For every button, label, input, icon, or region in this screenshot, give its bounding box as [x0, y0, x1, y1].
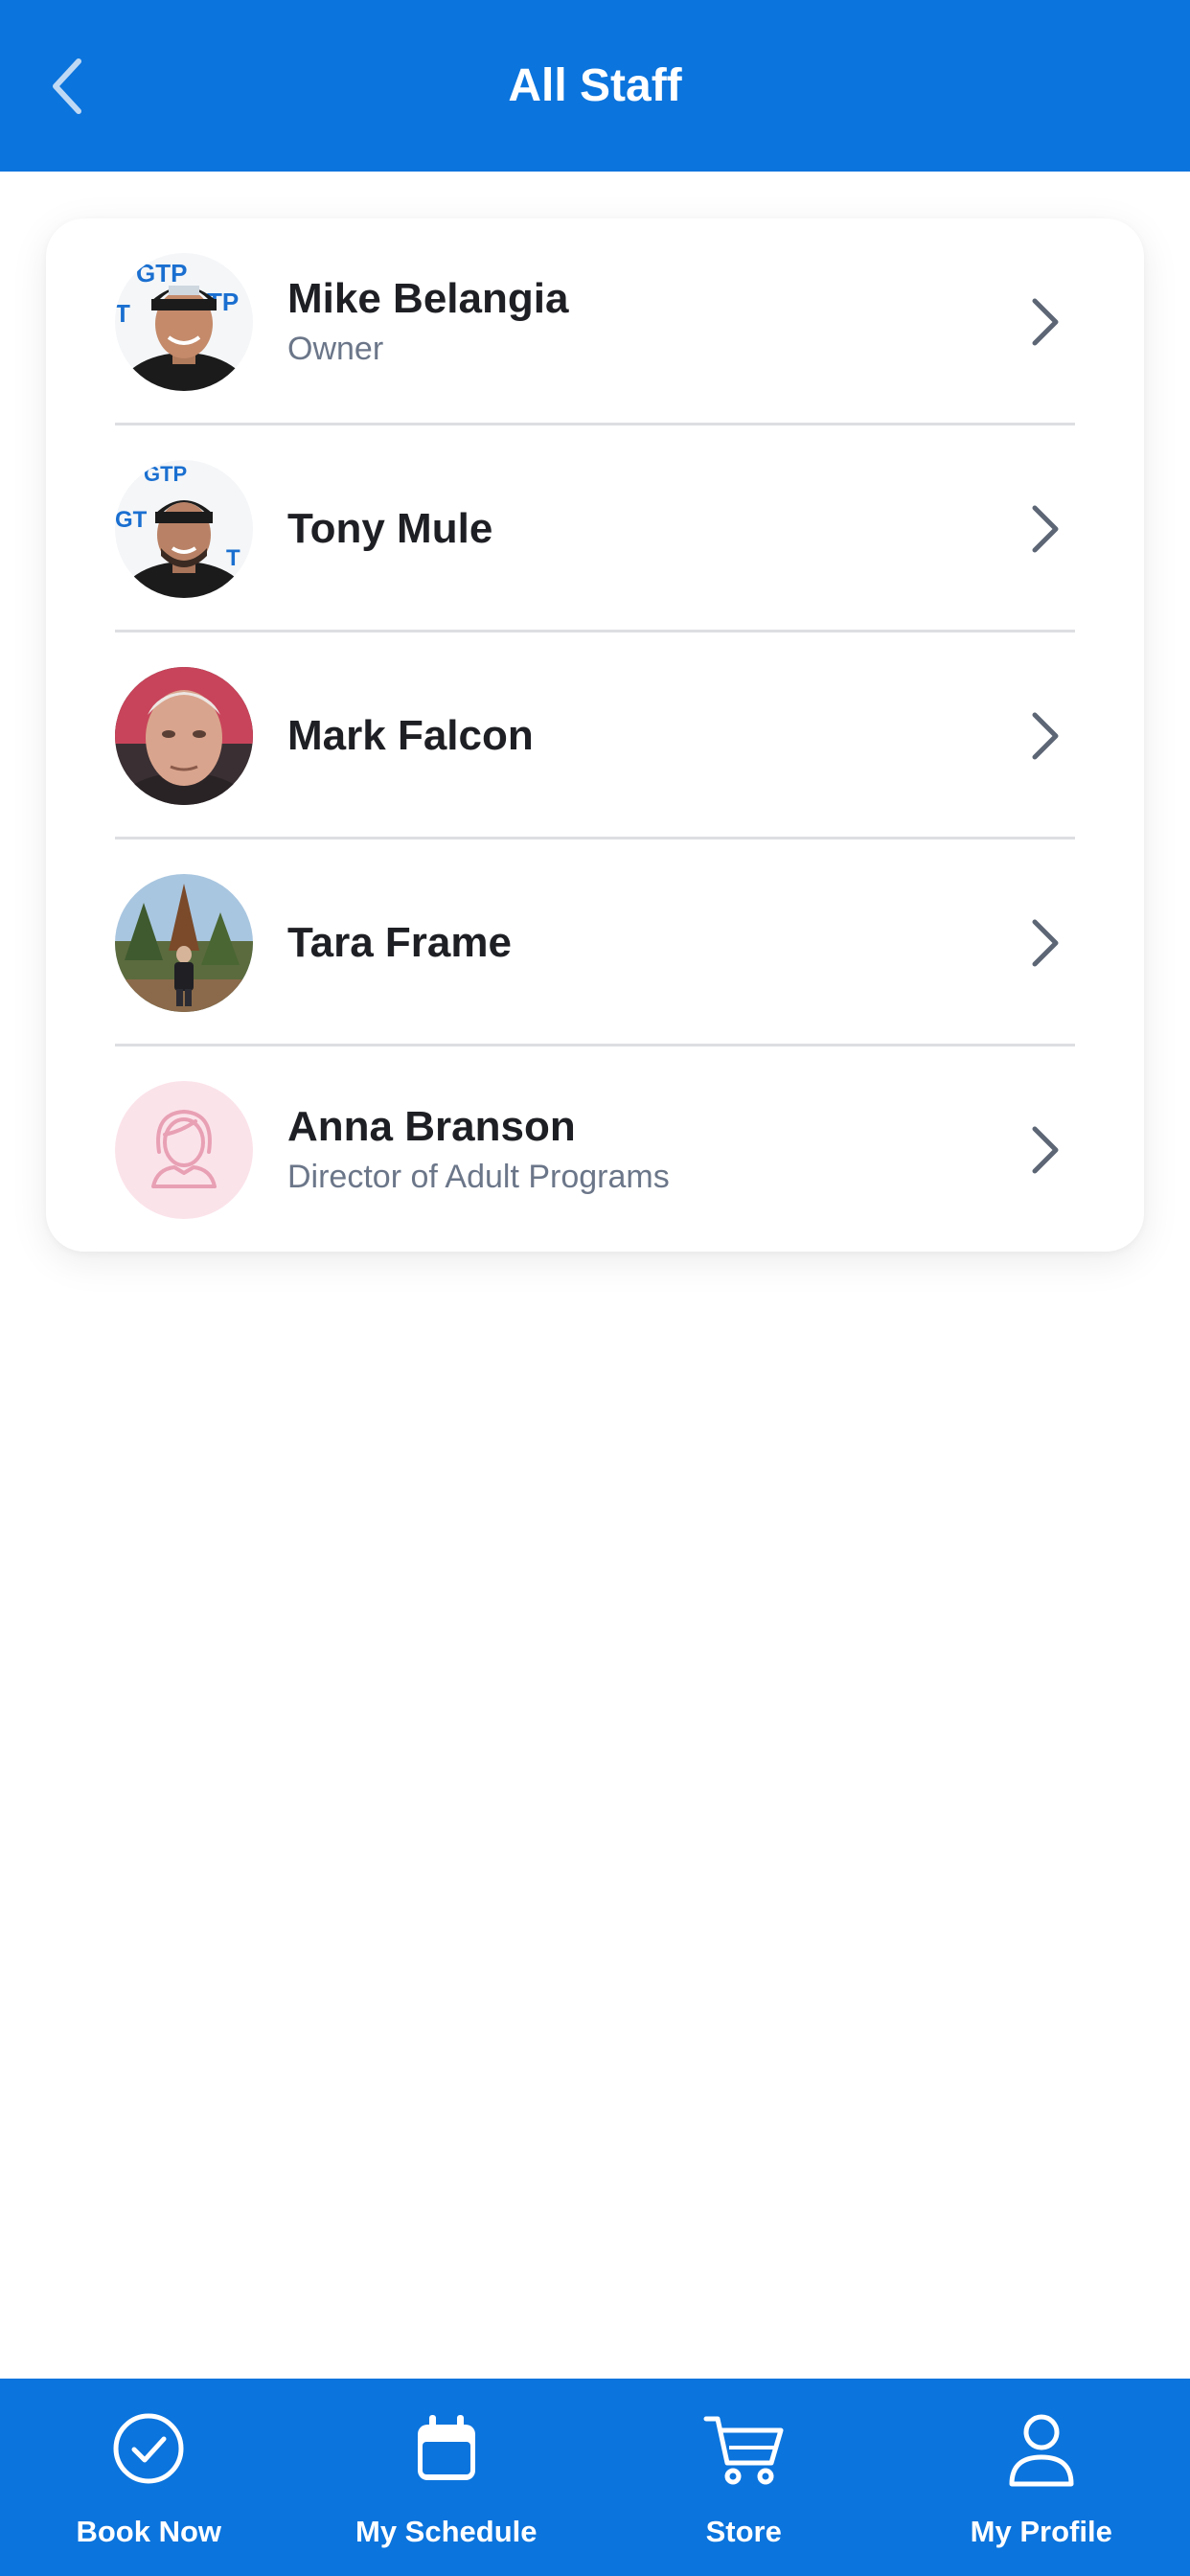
- staff-row-mark-falcon[interactable]: Mark Falcon: [46, 632, 1144, 840]
- nav-my-profile[interactable]: My Profile: [893, 2379, 1190, 2576]
- staff-role: Owner: [287, 331, 384, 367]
- bottom-navigation: Book Now My Schedule Store My Profile: [0, 2379, 1190, 2576]
- app-screen: All Staff GTP TP T Mike Belangia Owner G…: [0, 0, 1190, 2576]
- staff-name: Mark Falcon: [287, 712, 534, 759]
- cart-icon: [703, 2416, 784, 2485]
- staff-name: Mike Belangia: [287, 275, 569, 322]
- chevron-right-icon: [1032, 919, 1059, 967]
- chevron-right-icon: [1032, 712, 1059, 760]
- calendar-icon: [417, 2415, 475, 2480]
- user-icon: [1009, 2414, 1074, 2487]
- avatar: GTP TP T: [115, 253, 253, 391]
- svg-text:T: T: [226, 545, 240, 571]
- page-title: All Staff: [508, 60, 682, 111]
- staff-name: Anna Branson: [287, 1103, 576, 1150]
- svg-text:GTP: GTP: [144, 462, 187, 486]
- svg-text:GTP: GTP: [136, 259, 187, 288]
- placeholder-person-icon: [115, 1081, 253, 1219]
- nav-label: My Profile: [970, 2515, 1112, 2548]
- nav-label: Book Now: [76, 2515, 222, 2548]
- avatar: [115, 874, 253, 1012]
- staff-name: Tara Frame: [287, 919, 512, 966]
- staff-row-tony-mule[interactable]: GTP GT T Tony Mule: [46, 426, 1144, 632]
- nav-my-schedule[interactable]: My Schedule: [298, 2379, 596, 2576]
- nav-store[interactable]: Store: [595, 2379, 893, 2576]
- staff-row-tara-frame[interactable]: Tara Frame: [46, 840, 1144, 1046]
- staff-row-anna-branson[interactable]: Anna Branson Director of Adult Programs: [46, 1046, 1144, 1254]
- svg-text:GT: GT: [115, 507, 148, 533]
- svg-text:T: T: [115, 299, 130, 328]
- nav-label: Store: [705, 2515, 782, 2548]
- chevron-right-icon: [1032, 505, 1059, 553]
- chevron-right-icon: [1032, 1126, 1059, 1174]
- staff-list-card: GTP TP T Mike Belangia Owner GTP GT T To…: [46, 218, 1144, 1252]
- chevron-right-icon: [1032, 298, 1059, 346]
- check-circle-icon: [113, 2413, 184, 2484]
- nav-label: My Schedule: [355, 2515, 538, 2548]
- avatar: GTP GT T: [115, 460, 253, 598]
- staff-name: Tony Mule: [287, 505, 493, 552]
- avatar: [115, 667, 253, 805]
- staff-row-mike-belangia[interactable]: GTP TP T Mike Belangia Owner: [46, 218, 1144, 426]
- staff-role: Director of Adult Programs: [287, 1159, 670, 1195]
- top-app-bar: All Staff: [0, 0, 1190, 172]
- avatar-placeholder: [115, 1081, 253, 1219]
- nav-book-now[interactable]: Book Now: [0, 2379, 298, 2576]
